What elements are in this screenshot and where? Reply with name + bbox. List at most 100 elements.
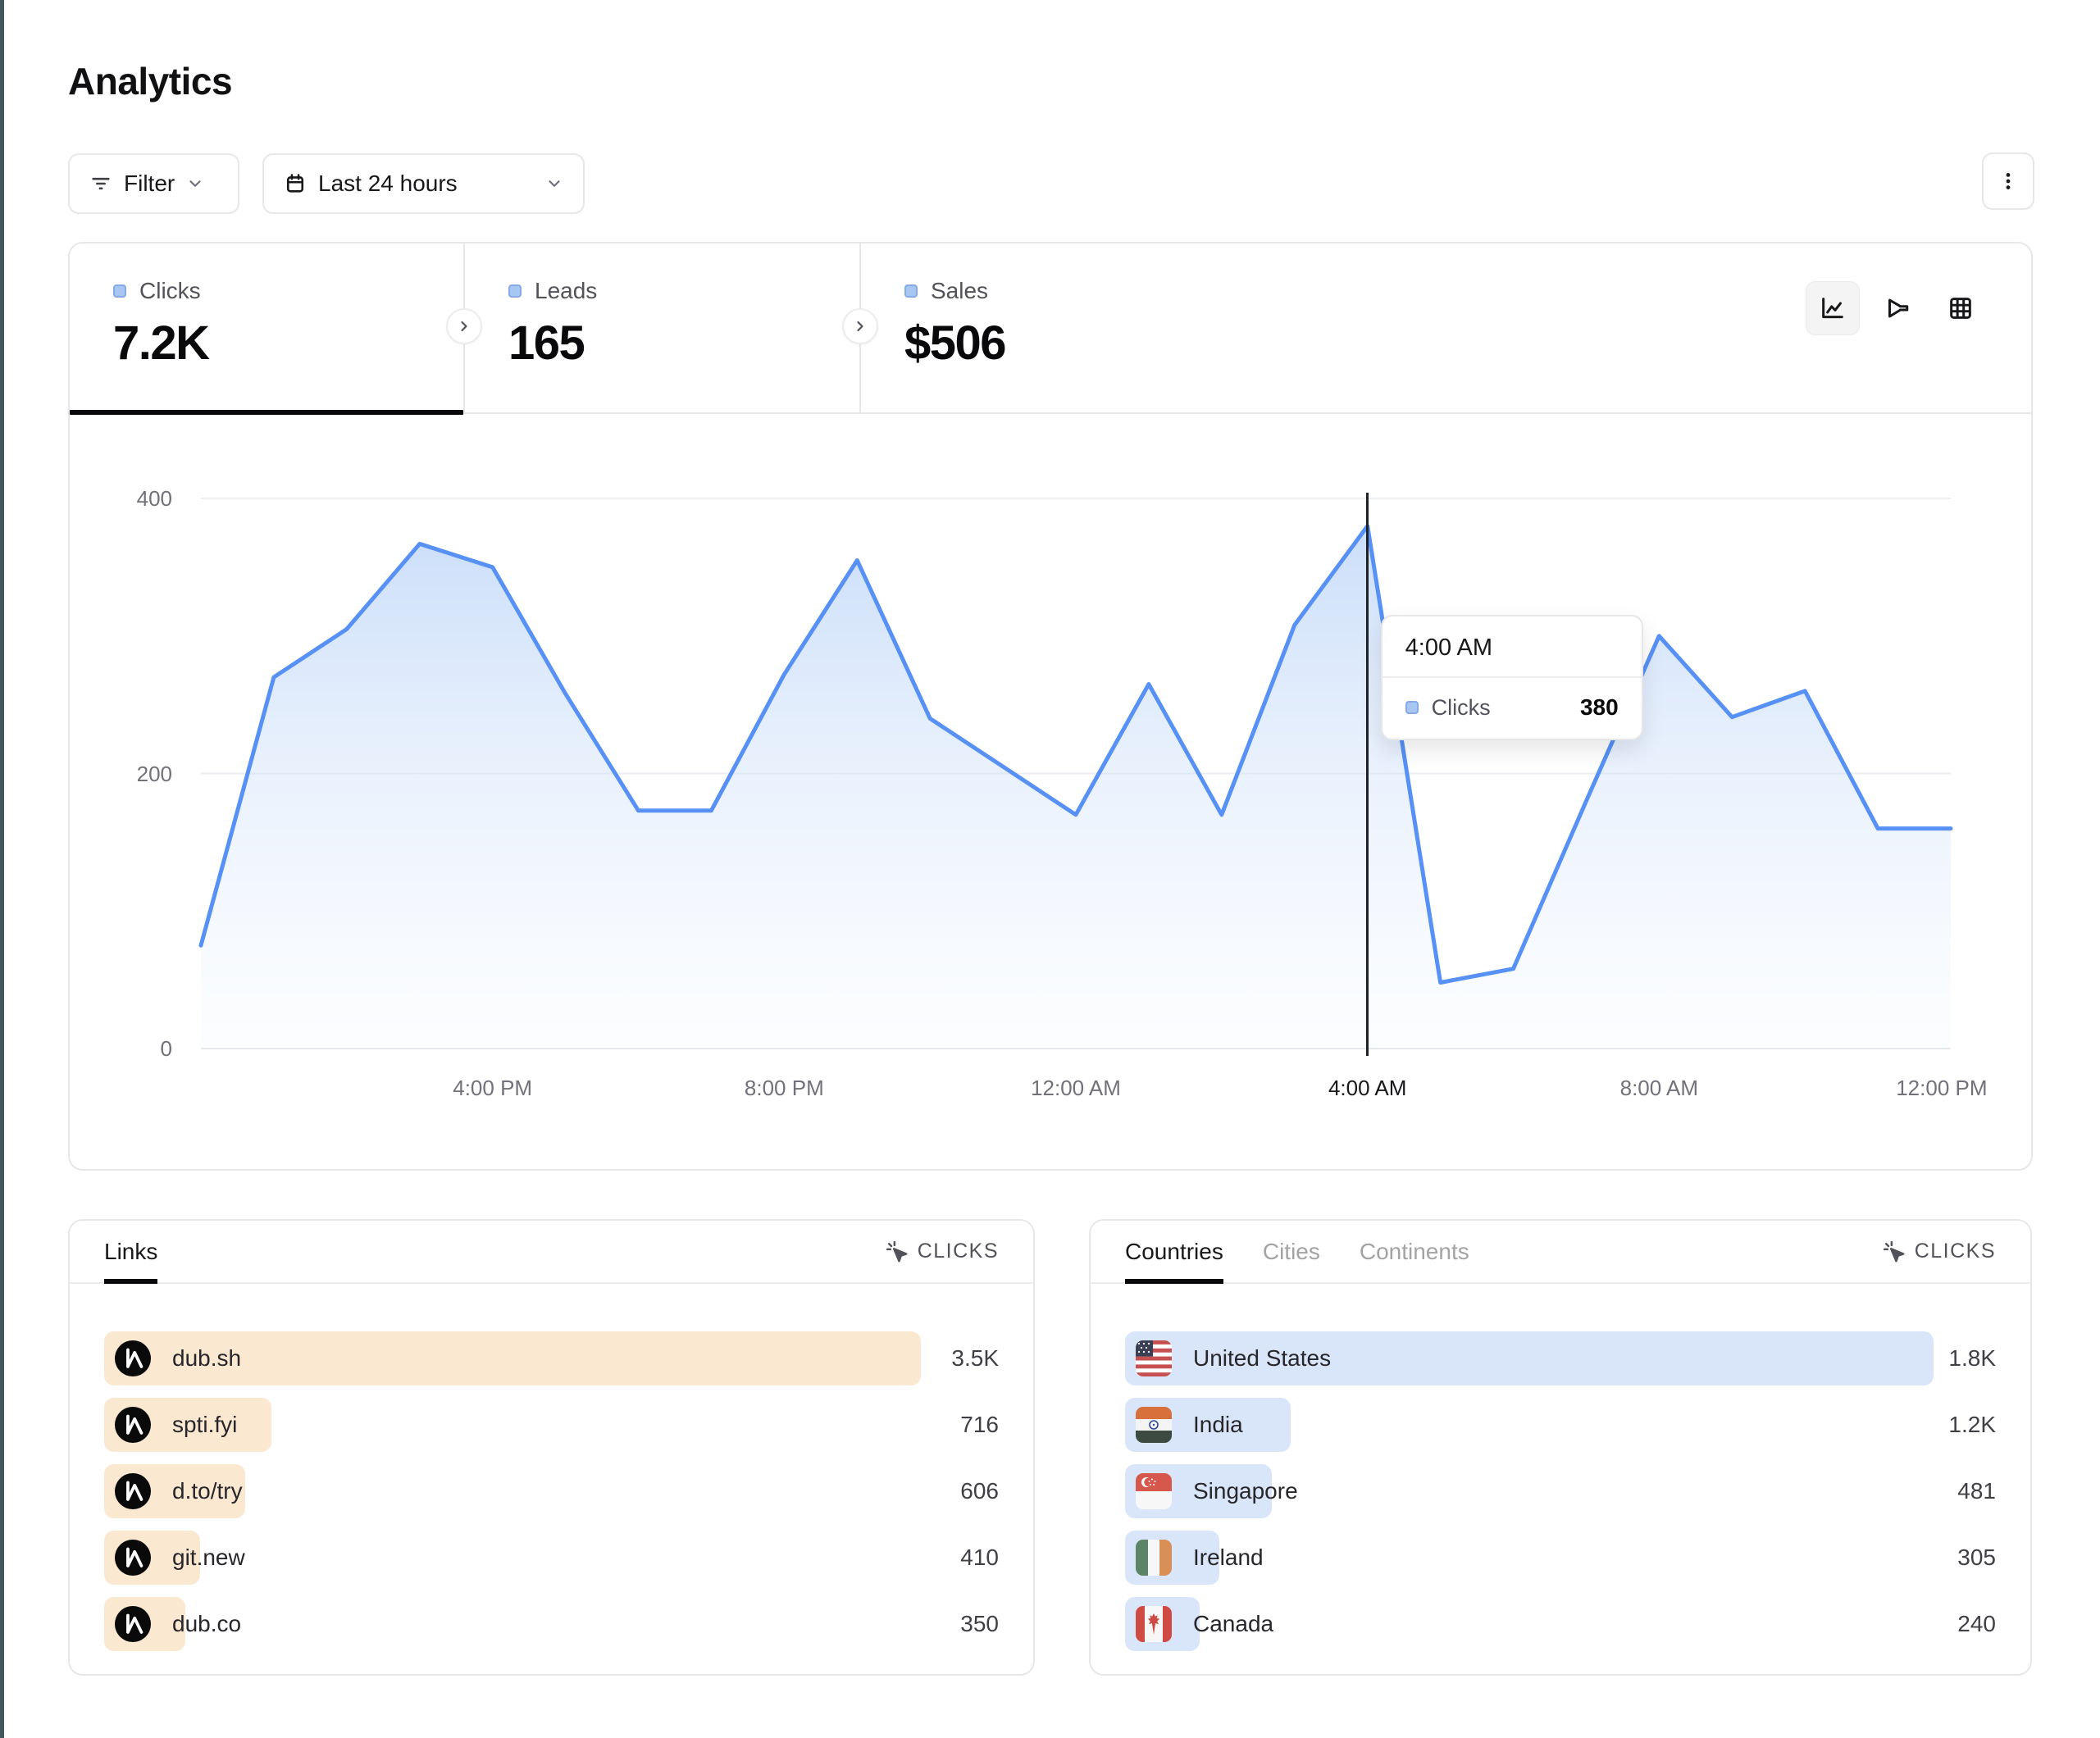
analytics-chart-card: Clicks 7.2K Leads 165 Sales $506 — [68, 242, 2033, 1171]
y-axis-labels: 0200400 — [82, 498, 172, 1049]
tooltip-value: 380 — [1580, 694, 1619, 721]
stats-tabs-row: Clicks 7.2K Leads 165 Sales $506 — [70, 243, 2031, 414]
links-metric-label: CLICKS — [918, 1240, 999, 1263]
country-label: Singapore — [1193, 1478, 1298, 1504]
country-clicks-value: 1.2K — [1948, 1412, 1996, 1438]
country-clicks-value: 1.8K — [1948, 1345, 1996, 1372]
cursor-click-icon — [1882, 1240, 1906, 1264]
clicks-area-chart[interactable]: 4:00 AM Clicks 380 — [201, 498, 1951, 1049]
country-label: India — [1193, 1412, 1243, 1438]
tab-sales[interactable]: Sales $506 — [861, 243, 1255, 414]
country-row-india[interactable]: India 1.2K — [1125, 1398, 1996, 1452]
country-clicks-value: 240 — [1957, 1611, 1996, 1637]
singapore-flag-icon — [1136, 1473, 1172, 1509]
crosshair-line — [1366, 493, 1369, 1056]
tooltip-time: 4:00 AM — [1383, 616, 1642, 678]
more-options-button[interactable] — [1982, 152, 2034, 210]
dub-logo-icon — [115, 1473, 151, 1509]
countries-metric-header[interactable]: CLICKS — [1882, 1240, 1996, 1264]
x-tick-label: 4:00 PM — [453, 1076, 532, 1101]
x-axis-labels: 4:00 PM8:00 PM12:00 AM4:00 AM8:00 AM12:0… — [201, 1076, 1951, 1103]
tab-leads[interactable]: Leads 165 — [465, 243, 859, 414]
ireland-flag-icon — [1136, 1540, 1172, 1576]
country-row-ireland[interactable]: Ireland 305 — [1125, 1531, 1996, 1585]
page-title: Analytics — [68, 59, 232, 103]
countries-metric-label: CLICKS — [1915, 1240, 1996, 1263]
tab-cities[interactable]: Cities — [1263, 1221, 1320, 1282]
clicks-legend-swatch — [113, 284, 126, 298]
country-row-singapore[interactable]: Singapore 481 — [1125, 1464, 1996, 1518]
country-row-canada[interactable]: Canada 240 — [1125, 1597, 1996, 1651]
link-row-d-to-try[interactable]: d.to/try 606 — [104, 1464, 999, 1518]
filter-button[interactable]: Filter — [68, 153, 239, 214]
leads-tab-label: Leads — [535, 278, 597, 304]
link-clicks-value: 350 — [960, 1611, 999, 1637]
expand-leads-button[interactable] — [446, 308, 482, 344]
countries-panel-header: Countries Cities Continents CLICKS — [1091, 1221, 2030, 1284]
us-flag-icon — [1136, 1340, 1172, 1376]
x-tick-label: 4:00 AM — [1328, 1076, 1406, 1101]
dub-logo-icon — [115, 1407, 151, 1443]
tab-countries[interactable]: Countries — [1125, 1221, 1223, 1282]
sales-tab-label: Sales — [931, 278, 988, 304]
date-range-button[interactable]: Last 24 hours — [262, 153, 585, 214]
links-metric-header[interactable]: CLICKS — [885, 1240, 999, 1264]
tab-clicks[interactable]: Clicks 7.2K — [70, 243, 463, 414]
analytics-page: Analytics Filter Last 24 hours — [0, 0, 2100, 1738]
y-tick-label: 0 — [82, 1036, 172, 1062]
x-tick-label: 8:00 PM — [745, 1076, 824, 1101]
links-rows: dub.sh 3.5K spti.fyi 716 d.to/try 606 — [70, 1284, 1033, 1651]
country-label: Canada — [1193, 1611, 1273, 1637]
clicks-tab-value: 7.2K — [113, 316, 463, 371]
leads-legend-swatch — [508, 284, 522, 298]
dub-logo-icon — [115, 1340, 151, 1376]
link-clicks-value: 410 — [960, 1545, 999, 1571]
table-view-button[interactable] — [1934, 281, 1988, 335]
tab-links[interactable]: Links — [104, 1221, 157, 1282]
link-clicks-value: 606 — [960, 1478, 999, 1504]
canada-flag-icon — [1136, 1606, 1172, 1642]
link-label: dub.sh — [172, 1345, 241, 1372]
link-clicks-value: 716 — [960, 1412, 999, 1438]
countries-rows: United States 1.8K India 1.2K — [1091, 1284, 2030, 1651]
country-clicks-value: 305 — [1957, 1545, 1996, 1571]
filter-icon — [89, 172, 112, 195]
line-chart-view-button[interactable] — [1806, 281, 1860, 335]
dub-logo-icon — [115, 1606, 151, 1642]
countries-panel: Countries Cities Continents CLICKS — [1089, 1219, 2032, 1676]
country-clicks-value: 481 — [1957, 1478, 1996, 1504]
active-tab-underline — [70, 410, 463, 415]
leads-tab-value: 165 — [508, 316, 859, 371]
sales-legend-swatch — [904, 284, 918, 298]
chart-tooltip: 4:00 AM Clicks 380 — [1381, 615, 1643, 740]
country-row-united-states[interactable]: United States 1.8K — [1125, 1331, 1996, 1385]
y-tick-label: 400 — [82, 486, 172, 512]
link-label: d.to/try — [172, 1478, 243, 1504]
link-row-dub-co[interactable]: dub.co 350 — [104, 1597, 999, 1651]
area-fill — [201, 526, 1951, 1049]
tab-continents[interactable]: Continents — [1360, 1221, 1469, 1282]
country-label: United States — [1193, 1345, 1331, 1372]
x-tick-label: 12:00 PM — [1896, 1076, 1987, 1101]
link-row-dub-sh[interactable]: dub.sh 3.5K — [104, 1331, 999, 1385]
links-panel-header: Links CLICKS — [70, 1221, 1033, 1284]
link-clicks-value: 3.5K — [951, 1345, 999, 1372]
clicks-tab-label: Clicks — [139, 278, 201, 304]
x-tick-label: 12:00 AM — [1031, 1076, 1121, 1101]
expand-sales-button[interactable] — [842, 308, 878, 344]
left-accent-border — [0, 0, 4, 1738]
chevron-right-icon — [852, 318, 868, 334]
funnel-view-button[interactable] — [1870, 281, 1924, 335]
link-label: git.new — [172, 1545, 245, 1571]
india-flag-icon — [1136, 1407, 1172, 1443]
chevron-down-icon — [186, 175, 204, 193]
calendar-icon — [284, 172, 307, 195]
chevron-down-icon — [545, 175, 563, 193]
link-row-git-new[interactable]: git.new 410 — [104, 1531, 999, 1585]
link-row-spti-fyi[interactable]: spti.fyi 716 — [104, 1398, 999, 1452]
chevron-right-icon — [456, 318, 472, 334]
kebab-menu-icon — [1998, 171, 2019, 192]
line-chart-icon — [1819, 294, 1847, 322]
tooltip-series-label: Clicks — [1432, 695, 1491, 721]
links-panel: Links CLICKS dub.sh 3.5K — [68, 1219, 1035, 1676]
